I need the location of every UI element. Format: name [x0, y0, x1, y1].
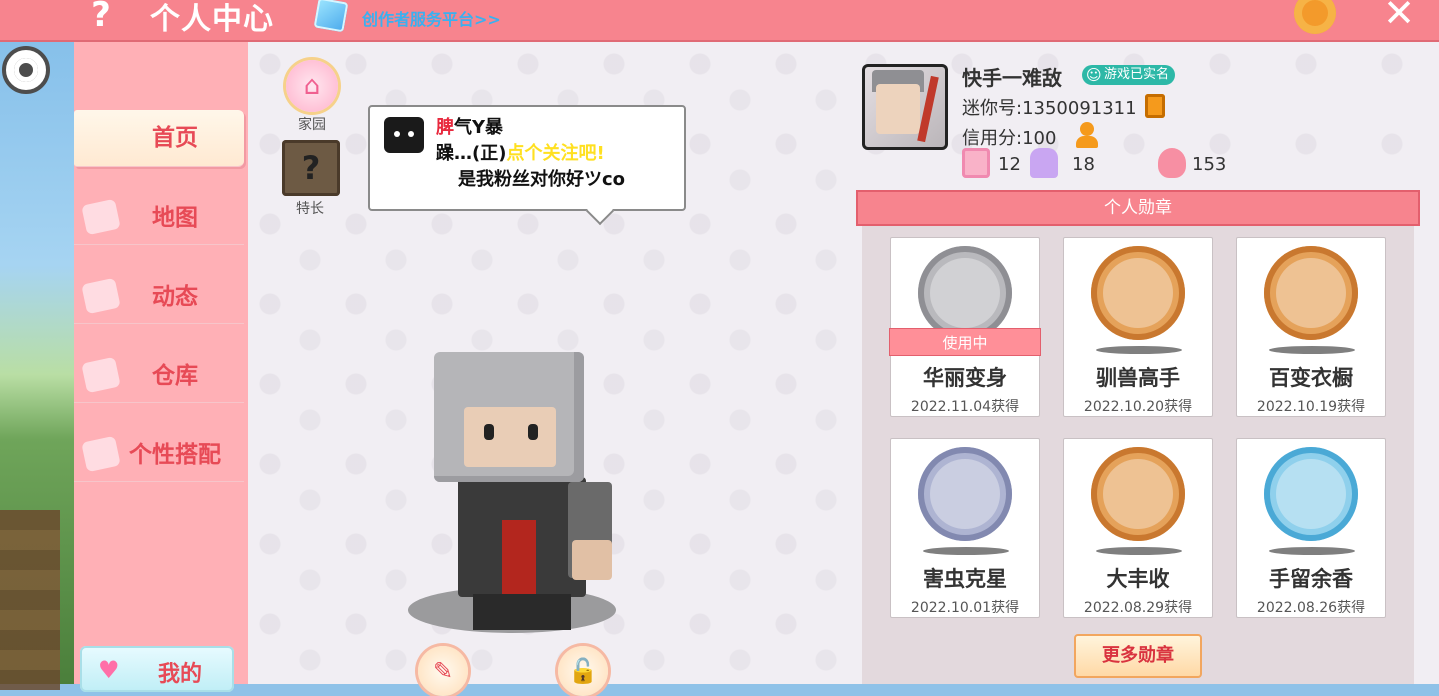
settings-gear-icon[interactable] [1294, 0, 1336, 34]
signature-red: 脾 [436, 117, 454, 138]
character-eye [528, 424, 538, 440]
home-label: 家园 [298, 117, 326, 133]
medal-shadow [923, 547, 1009, 555]
stat-value: 153 [1192, 154, 1227, 175]
unlock-icon[interactable]: 🔓 [558, 646, 608, 696]
specialty-button[interactable]: ? 特长 [282, 140, 340, 218]
medal-date: 2022.10.19获得 [1256, 399, 1366, 415]
medal-date: 2022.10.01获得 [910, 600, 1020, 616]
signature-text: 脾气Y暴 躁…(正)点个关注吧! 是我粉丝对你好ツco [436, 115, 676, 193]
sidebar-item-storage[interactable]: 仓库 [74, 350, 244, 403]
help-button[interactable]: ? [84, 0, 118, 34]
person-icon[interactable] [1074, 122, 1100, 148]
character-legs [473, 594, 571, 630]
medal-date: 2022.08.29获得 [1083, 600, 1193, 616]
specialty-label: 特长 [296, 201, 324, 217]
map-icon [81, 198, 121, 236]
medal-shadow [1269, 346, 1355, 354]
signature-line2: 躁…(正) [436, 143, 507, 164]
character-fist [572, 540, 612, 580]
flame-icon [1158, 148, 1186, 178]
background-block [0, 510, 60, 690]
my-button-label: 我的 [158, 662, 203, 687]
medal-name: 害虫克星 [923, 567, 1007, 591]
sidebar-item-map[interactable]: 地图 [74, 192, 244, 245]
trophy-icon [1030, 148, 1058, 178]
credit-score: 信用分:100 [962, 128, 1057, 149]
sidebar-item-label: 仓库 [152, 363, 198, 389]
medal-name: 百变衣橱 [1269, 366, 1353, 390]
stat-value: 12 [998, 154, 1021, 175]
medal-icon [1091, 447, 1185, 541]
signature-line1: 气Y暴 [454, 117, 504, 138]
medal-name: 大丰收 [1106, 567, 1170, 591]
sidebar-item-label: 个性搭配 [129, 442, 221, 468]
signature-bubble: 脾气Y暴 躁…(正)点个关注吧! 是我粉丝对你好ツco [368, 105, 686, 211]
creator-cube-icon[interactable] [313, 0, 349, 33]
medal-date: 2022.11.04获得 [910, 399, 1020, 415]
medal-shadow [1269, 547, 1355, 555]
my-button[interactable]: ♥ 我的 [80, 646, 234, 692]
sidebar: 首页 地图 动态 仓库 个性搭配 ♥ 我的 [74, 42, 248, 692]
medal-card[interactable]: 使用中 华丽变身 2022.11.04获得 [889, 237, 1041, 417]
sidebar-item-label: 动态 [152, 284, 198, 310]
top-bar: ? 个人中心 创作者服务平台>> ✕ [0, 0, 1439, 42]
bell-icon [81, 277, 121, 315]
creator-platform-link[interactable]: 创作者服务平台>> [362, 6, 501, 30]
medal-icon [918, 447, 1012, 541]
signature-line3: 是我粉丝对你好ツco [458, 169, 626, 190]
house-icon: ⌂ [286, 60, 338, 112]
more-medals-button[interactable]: 更多勋章 [1074, 634, 1202, 678]
username: 快手一难敌 [962, 66, 1062, 90]
sidebar-item-outfit[interactable]: 个性搭配 [74, 429, 244, 482]
character-robe [502, 520, 536, 600]
question-block-icon: ? [282, 140, 340, 196]
medal-name: 驯兽高手 [1096, 366, 1180, 390]
medal-card[interactable]: 大丰收 2022.08.29获得 [1063, 438, 1213, 618]
medal-card[interactable]: 百变衣橱 2022.10.19获得 [1236, 237, 1386, 417]
outfit-icon [81, 435, 121, 473]
floating-assistant-button[interactable] [2, 46, 50, 94]
page-title: 个人中心 [150, 2, 274, 37]
stat-value: 18 [1072, 154, 1095, 175]
game-background [0, 40, 80, 690]
cat-avatar-icon [384, 117, 424, 153]
avatar-face [876, 84, 920, 134]
medal-section-header: 个人勋章 [856, 190, 1420, 226]
medal-icon [918, 246, 1012, 340]
medal-name: 手留余香 [1269, 567, 1353, 591]
copy-icon[interactable] [1145, 94, 1165, 118]
sidebar-item-label: 首页 [152, 125, 198, 151]
medal-name: 华丽变身 [923, 366, 1007, 390]
medal-date: 2022.08.26获得 [1256, 600, 1366, 616]
medal-icon [1091, 246, 1185, 340]
sidebar-item-feed[interactable]: 动态 [74, 271, 244, 324]
medal-icon [1264, 447, 1358, 541]
signature-yellow: 点个关注吧! [506, 143, 605, 164]
edit-pencil-icon[interactable]: ✎ [418, 646, 468, 696]
medal-date: 2022.10.20获得 [1083, 399, 1193, 415]
medal-card[interactable]: 害虫克星 2022.10.01获得 [890, 438, 1040, 618]
verified-badge: 游戏已实名 [1082, 65, 1176, 85]
character-panel: ⌂ 家园 ? 特长 脾气Y暴 躁…(正)点个关注吧! 是我粉丝对你好ツco ✎ … [248, 42, 854, 696]
character-face [464, 407, 556, 467]
medal-icon [1264, 246, 1358, 340]
character-eye [484, 424, 494, 440]
plus-badge-icon [962, 148, 990, 178]
mini-id: 迷你号:1350091311 [962, 98, 1137, 119]
close-button[interactable]: ✕ [1380, 0, 1418, 32]
in-use-badge: 使用中 [889, 328, 1041, 356]
medal-shadow [1096, 346, 1182, 354]
medal-card[interactable]: 手留余香 2022.08.26获得 [1236, 438, 1386, 618]
sidebar-item-label: 地图 [152, 205, 198, 231]
warehouse-icon [81, 356, 121, 394]
medal-card[interactable]: 驯兽高手 2022.10.20获得 [1063, 237, 1213, 417]
heart-icon: ♥ [98, 656, 120, 684]
home-button[interactable]: ⌂ 家园 [284, 60, 340, 134]
sidebar-item-home[interactable]: 首页 [74, 110, 244, 167]
medal-shadow [1096, 547, 1182, 555]
